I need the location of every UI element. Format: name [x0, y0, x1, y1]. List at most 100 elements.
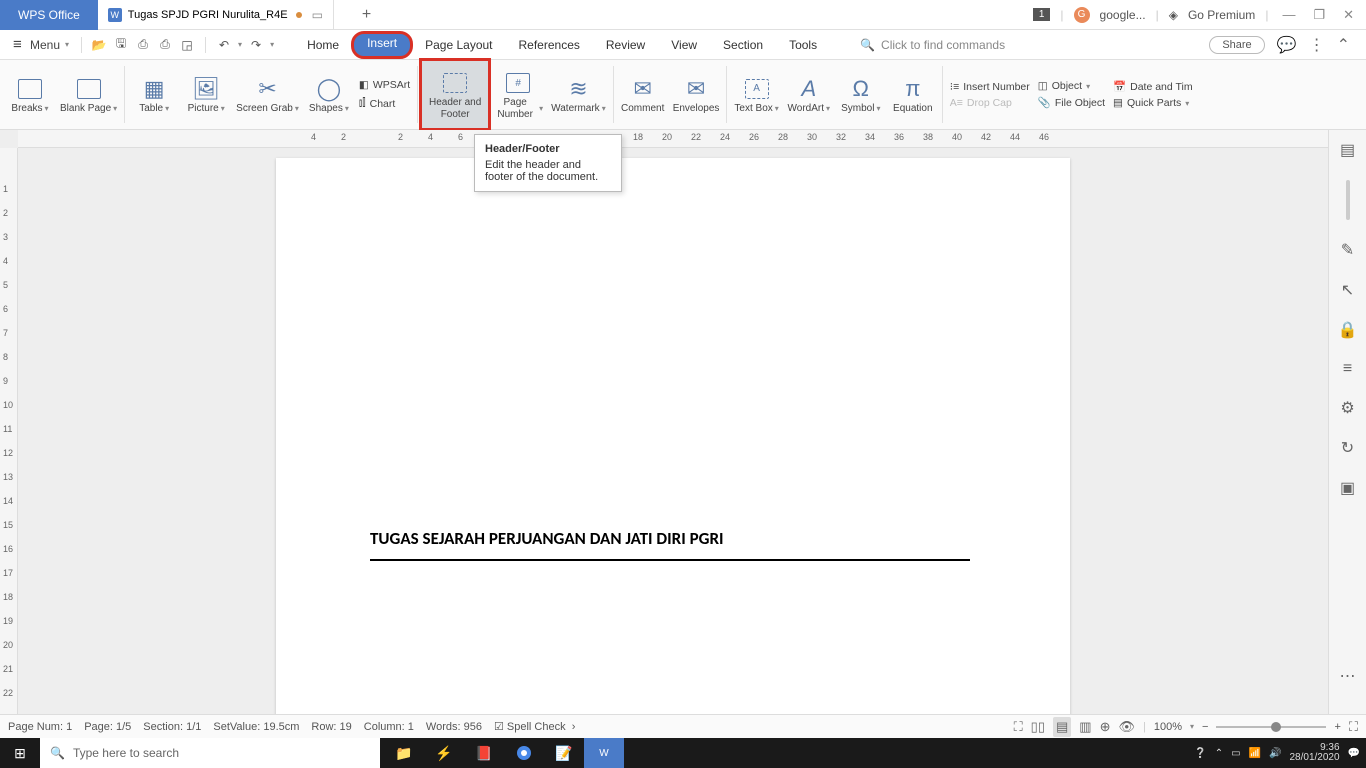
table-button[interactable]: ▦ Table: [128, 60, 180, 129]
tray-clock[interactable]: 9:36 28/01/2020: [1289, 743, 1339, 763]
save-icon[interactable]: 🖫: [113, 37, 129, 53]
watermark-button[interactable]: ≋ Watermark: [547, 60, 610, 129]
header-footer-button[interactable]: Header and Footer: [421, 60, 489, 129]
drop-cap-button[interactable]: A≡Drop Cap: [950, 97, 1030, 109]
tab-review[interactable]: Review: [594, 33, 657, 57]
page-number-button[interactable]: # Page Number: [489, 60, 547, 129]
tab-page-layout[interactable]: Page Layout: [413, 33, 504, 57]
symbol-button[interactable]: Ω Symbol: [835, 60, 887, 129]
close-button[interactable]: ✕: [1339, 7, 1358, 23]
tab-view[interactable]: View: [659, 33, 709, 57]
comment-button[interactable]: ✉ Comment: [617, 60, 669, 129]
status-words[interactable]: Words: 956: [426, 721, 482, 733]
status-setvalue[interactable]: SetValue: 19.5cm: [213, 721, 299, 733]
tab-section[interactable]: Section: [711, 33, 775, 57]
file-object-button[interactable]: 📎File Object: [1038, 96, 1105, 109]
task-notes-icon[interactable]: 📝: [544, 738, 584, 768]
zoom-out-button[interactable]: −: [1202, 721, 1208, 733]
document-tab[interactable]: W Tugas SPJD PGRI Nurulita_R4E ▭: [98, 0, 334, 30]
chart-button[interactable]: ⫾⫿Chart: [359, 97, 410, 110]
taskbar-search[interactable]: 🔍 Type here to search: [40, 738, 380, 768]
tray-help-icon[interactable]: ❔: [1194, 748, 1206, 759]
reading-layout-icon[interactable]: ▯▯: [1031, 719, 1045, 735]
task-wps-icon[interactable]: W: [584, 738, 624, 768]
envelopes-button[interactable]: ✉ Envelopes: [669, 60, 724, 129]
blank-page-button[interactable]: Blank Page: [56, 60, 121, 129]
settings-icon[interactable]: ⚙: [1340, 398, 1354, 418]
task-explorer-icon[interactable]: 📁: [384, 738, 424, 768]
date-time-button[interactable]: 📅Date and Tim: [1113, 80, 1193, 93]
picture-button[interactable]: 🖼 Picture: [180, 60, 232, 129]
new-tab-button[interactable]: +: [362, 6, 371, 24]
minimize-button[interactable]: —: [1278, 7, 1299, 22]
pen-icon[interactable]: ✎: [1341, 240, 1354, 260]
web-layout-icon[interactable]: ⊕: [1100, 719, 1111, 735]
history-icon[interactable]: ↻: [1341, 438, 1354, 458]
tray-up-icon[interactable]: ⌃: [1215, 748, 1223, 759]
print-icon[interactable]: ⎙: [135, 37, 151, 53]
tab-insert[interactable]: Insert: [353, 33, 411, 57]
breaks-button[interactable]: Breaks: [4, 60, 56, 129]
paragraph-icon[interactable]: ≡: [1343, 360, 1352, 378]
status-page[interactable]: Page: 1/5: [84, 721, 131, 733]
properties-icon[interactable]: ▤: [1340, 140, 1355, 160]
print-layout-icon[interactable]: ▤: [1053, 717, 1071, 737]
share-button[interactable]: Share: [1209, 36, 1264, 54]
command-search[interactable]: 🔍 Click to find commands: [860, 38, 1005, 52]
insert-number-button[interactable]: ⁝≡Insert Number: [950, 81, 1030, 93]
google-account-icon[interactable]: G: [1074, 7, 1090, 23]
preview-icon[interactable]: ◲: [179, 37, 195, 53]
maximize-button[interactable]: ❐: [1309, 7, 1329, 23]
zoom-in-button[interactable]: +: [1334, 721, 1340, 733]
tray-wifi-icon[interactable]: 📶: [1249, 748, 1261, 759]
text-box-button[interactable]: A Text Box: [730, 60, 782, 129]
eyecare-icon[interactable]: 👁: [1118, 719, 1135, 735]
tab-tools[interactable]: Tools: [777, 33, 829, 57]
page-icon[interactable]: ▣: [1340, 478, 1355, 498]
tab-references[interactable]: References: [507, 33, 592, 57]
task-app1-icon[interactable]: ⚡: [424, 738, 464, 768]
document-area[interactable]: TUGAS SEJARAH PERJUANGAN DAN JATI DIRI P…: [18, 148, 1328, 726]
print-preview-icon[interactable]: ⎙: [157, 37, 173, 53]
task-chrome-icon[interactable]: [504, 738, 544, 768]
collapse-ribbon-icon[interactable]: ⌃: [1337, 35, 1350, 55]
outline-icon[interactable]: ▥: [1079, 719, 1091, 735]
tab-home[interactable]: Home: [295, 33, 351, 57]
start-button[interactable]: ⊞: [0, 738, 40, 768]
tray-volume-icon[interactable]: 🔊: [1269, 748, 1281, 759]
fullscreen-icon[interactable]: ⛶: [1014, 719, 1023, 735]
screen-grab-button[interactable]: ✂ Screen Grab: [232, 60, 303, 129]
equation-button[interactable]: π Equation: [887, 60, 939, 129]
page[interactable]: TUGAS SEJARAH PERJUANGAN DAN JATI DIRI P…: [276, 158, 1070, 726]
go-premium-button[interactable]: Go Premium: [1188, 8, 1255, 22]
cursor-icon[interactable]: ↖: [1341, 280, 1354, 300]
status-row[interactable]: Row: 19: [311, 721, 351, 733]
zoom-slider[interactable]: [1216, 726, 1326, 728]
notification-badge[interactable]: 1: [1033, 8, 1051, 21]
google-label[interactable]: google...: [1100, 8, 1146, 22]
open-icon[interactable]: 📂: [91, 37, 107, 53]
more-icon[interactable]: ⋯: [1340, 666, 1356, 686]
status-column[interactable]: Column: 1: [364, 721, 414, 733]
undo-icon[interactable]: ↶: [216, 37, 232, 53]
zoom-value[interactable]: 100%: [1154, 721, 1182, 733]
lock-icon[interactable]: 🔒: [1338, 320, 1358, 340]
document-heading[interactable]: TUGAS SEJARAH PERJUANGAN DAN JATI DIRI P…: [370, 528, 976, 549]
shapes-button[interactable]: ◯ Shapes: [303, 60, 355, 129]
menu-button[interactable]: Menu ▾: [6, 33, 76, 56]
comment-icon[interactable]: 💬: [1277, 35, 1297, 55]
object-button[interactable]: ◫Object: [1038, 80, 1105, 92]
more-icon[interactable]: ⋮: [1309, 35, 1325, 55]
wordart-button[interactable]: A WordArt: [783, 60, 835, 129]
quick-parts-button[interactable]: ▤Quick Parts: [1113, 97, 1193, 109]
presentation-mode-icon[interactable]: ▭: [312, 8, 323, 22]
task-app2-icon[interactable]: 📕: [464, 738, 504, 768]
horizontal-ruler[interactable]: 4 2 2 4 6 18 20 22 24 26 28 30 32 34 36 …: [18, 130, 1328, 148]
tray-battery-icon[interactable]: ▭: [1231, 748, 1240, 759]
status-section[interactable]: Section: 1/1: [143, 721, 201, 733]
tray-notifications-icon[interactable]: 💬: [1348, 748, 1360, 759]
spellcheck-button[interactable]: ☑ Spell Check ›: [494, 720, 575, 733]
vertical-ruler[interactable]: 1 2 3 4 5 6 7 8 9 10 11 12 13 14 15 16 1…: [0, 148, 18, 726]
wpsart-button[interactable]: ◧WPSArt: [359, 79, 410, 91]
fit-page-icon[interactable]: ⛶: [1349, 719, 1358, 735]
